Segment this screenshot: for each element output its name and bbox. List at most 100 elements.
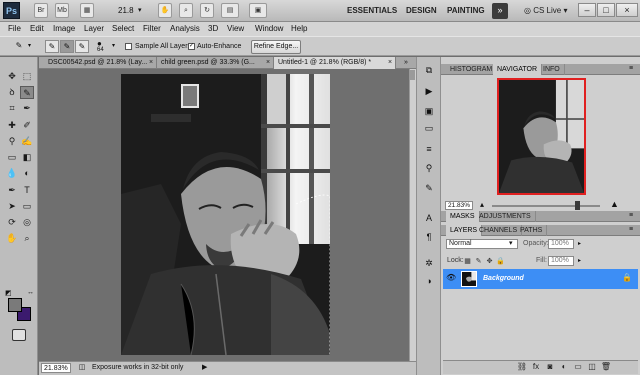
paragraph-panel-icon[interactable]: ¶	[422, 231, 436, 243]
gradient-tool-icon[interactable]: ◧	[20, 151, 34, 164]
workspace-painting[interactable]: PAINTING	[447, 0, 485, 22]
maximize-button[interactable]: □	[597, 3, 615, 17]
status-menu-arrow[interactable]: ▶	[202, 362, 207, 374]
zoom-tool-icon[interactable]: ⌕	[179, 3, 193, 18]
blur-tool-icon[interactable]: 💧	[5, 167, 19, 180]
tab-adjustments[interactable]: ADJUSTMENTS	[475, 211, 536, 222]
navigator-zoom-field[interactable]: 21.83%	[445, 201, 473, 210]
tab-navigator[interactable]: NAVIGATOR	[493, 64, 543, 75]
brush-picker-dropdown-icon[interactable]: ▾	[112, 42, 115, 49]
more-tabs-icon[interactable]: »	[404, 59, 408, 66]
add-layer-mask-icon[interactable]: ◙	[544, 361, 556, 373]
new-selection-icon[interactable]: ✎	[45, 40, 59, 53]
masks-panel-menu-icon[interactable]: ≡	[629, 212, 633, 219]
default-colors-icon[interactable]: ◩	[5, 289, 12, 297]
menu-layer[interactable]: Layer	[84, 22, 104, 36]
zoom-in-icon[interactable]: ▲	[610, 199, 619, 209]
brush-presets-icon[interactable]: ≡	[422, 143, 436, 155]
close-tab-untitled-1-icon[interactable]: ×	[386, 59, 394, 67]
blend-mode-select[interactable]: Normal	[446, 239, 518, 249]
tab-child-green[interactable]: child green.psd @ 33.3% (G...	[157, 57, 274, 69]
eraser-tool-icon[interactable]: ▭	[5, 151, 19, 164]
add-to-selection-icon[interactable]: ✎	[60, 40, 74, 53]
opacity-slider-icon[interactable]: ▸	[578, 239, 581, 249]
tool-presets-icon[interactable]: ✎	[422, 182, 436, 194]
fill-slider-icon[interactable]: ▸	[578, 256, 581, 266]
vertical-scrollbar[interactable]	[409, 69, 416, 361]
animation-panel-icon[interactable]: ▣	[422, 105, 436, 117]
history-panel-icon[interactable]: ⧉	[422, 64, 436, 76]
menu-help[interactable]: Help	[291, 22, 307, 36]
zoom-field[interactable]: 21.83%	[41, 363, 71, 373]
subtract-from-selection-icon[interactable]: ✎	[75, 40, 89, 53]
3d-orbit-tool-icon[interactable]: ◎	[20, 216, 34, 229]
tab-info[interactable]: INFO	[539, 64, 565, 75]
delete-layer-icon[interactable]: 🗑	[600, 361, 612, 373]
tab-untitled-1[interactable]: Untitled-1 @ 21.8% (RGB/8) *	[274, 57, 396, 69]
sample-all-layers-checkbox[interactable]	[125, 43, 132, 50]
auto-enhance-checkbox[interactable]: ✓	[188, 43, 195, 50]
zoom-level-select[interactable]: 21.8	[118, 3, 134, 18]
opacity-field[interactable]: 100%	[548, 239, 574, 249]
lock-transparent-icon[interactable]: ▦	[463, 257, 472, 266]
new-adjustment-layer-icon[interactable]: ◐	[558, 361, 570, 373]
menu-view[interactable]: View	[227, 22, 244, 36]
close-tab-dsc00542-icon[interactable]: ×	[147, 59, 155, 67]
bridge-button[interactable]: Br	[34, 3, 48, 18]
clip-panel-icon[interactable]: ▭	[422, 122, 436, 134]
brush-tool-icon[interactable]: ✐	[20, 119, 34, 132]
crop-tool-icon[interactable]: ⌗	[5, 102, 19, 115]
tab-histogram[interactable]: HISTOGRAM	[446, 64, 498, 75]
menu-edit[interactable]: Edit	[30, 22, 44, 36]
lock-position-icon[interactable]: ✥	[485, 257, 494, 266]
actions-panel-icon[interactable]: ▶	[422, 85, 436, 97]
workspace-design[interactable]: DESIGN	[406, 0, 437, 22]
menu-filter[interactable]: Filter	[143, 22, 161, 36]
blend-mode-dropdown-icon[interactable]: ▾	[509, 239, 513, 249]
hand-tool-icon[interactable]: ✋	[158, 3, 172, 18]
swap-colors-icon[interactable]: ↔	[27, 289, 34, 296]
navigator-zoom-slider[interactable]	[492, 205, 600, 207]
screen-mode-icon[interactable]: ▣	[249, 3, 267, 18]
lasso-tool-icon[interactable]: ꝺ	[5, 86, 19, 99]
3d-rotate-tool-icon[interactable]: ⟳	[5, 216, 19, 229]
path-selection-tool-icon[interactable]: ➤	[5, 200, 19, 213]
workspace-essentials[interactable]: ESSENTIALS	[347, 0, 397, 22]
visibility-eye-icon[interactable]: 👁	[446, 273, 456, 283]
add-layer-style-icon[interactable]: fx	[530, 361, 542, 373]
rotate-view-icon[interactable]: ↻	[200, 3, 214, 18]
dodge-tool-icon[interactable]: ◐	[20, 167, 34, 180]
3d-panel-icon[interactable]: ✲	[422, 257, 436, 269]
refine-edge-button[interactable]: Refine Edge...	[251, 40, 301, 54]
menu-image[interactable]: Image	[53, 22, 75, 36]
marquee-tool-icon[interactable]: ⬚	[20, 70, 34, 83]
tab-dsc00542[interactable]: DSC00542.psd @ 21.8% (Lay...	[44, 57, 157, 69]
arrange-documents-icon[interactable]: ▤	[221, 3, 239, 18]
clone-source-icon[interactable]: ⚲	[422, 162, 436, 174]
canvas-image[interactable]	[121, 74, 330, 355]
foreground-color-swatch[interactable]	[8, 298, 22, 312]
document-info-icon[interactable]: ◫	[77, 363, 87, 373]
menu-window[interactable]: Window	[255, 22, 283, 36]
hand-tool-icon-toolbox[interactable]: ✋	[5, 232, 19, 245]
eyedropper-tool-icon[interactable]: ✒	[20, 102, 34, 115]
menu-analysis[interactable]: Analysis	[170, 22, 200, 36]
character-panel-icon[interactable]: A	[422, 212, 436, 224]
shape-tool-icon[interactable]: ▭	[20, 200, 34, 213]
navigator-panel-menu-icon[interactable]: ≡	[629, 65, 633, 72]
history-brush-tool-icon[interactable]: ✍	[20, 135, 34, 148]
fill-field[interactable]: 100%	[548, 256, 574, 266]
zoom-out-icon[interactable]: ▴	[480, 200, 484, 209]
new-layer-icon[interactable]: ◫	[586, 361, 598, 373]
new-group-icon[interactable]: ▭	[572, 361, 584, 373]
lock-all-icon[interactable]: 🔒	[496, 257, 505, 266]
lock-image-icon[interactable]: ✎	[474, 257, 483, 266]
move-tool-icon[interactable]: ✥	[5, 70, 19, 83]
minimize-button[interactable]: –	[578, 3, 596, 17]
close-button[interactable]: ×	[616, 3, 638, 17]
navigator-preview[interactable]	[497, 78, 586, 195]
pen-tool-icon[interactable]: ✒	[5, 184, 19, 197]
zoom-dropdown-icon[interactable]: ▾	[138, 3, 142, 18]
quick-selection-tool-icon[interactable]: ✎	[20, 86, 34, 99]
menu-file[interactable]: File	[8, 22, 21, 36]
